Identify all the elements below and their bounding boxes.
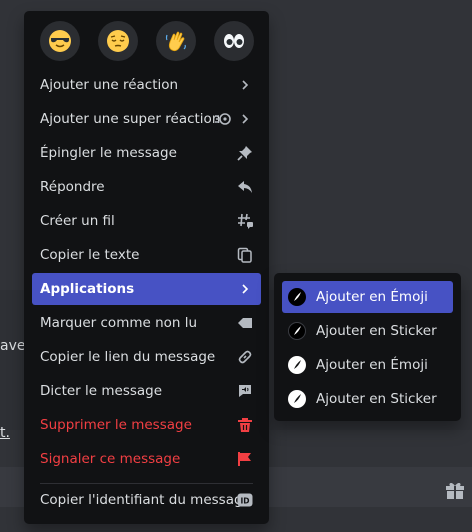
chevron-right-icon	[237, 111, 253, 127]
reply-label: Répondre	[40, 179, 105, 195]
id-badge-icon: ID	[237, 492, 253, 508]
app-avatar-icon	[288, 322, 306, 340]
app-avatar-icon	[288, 288, 306, 306]
report-message-label: Signaler ce message	[40, 451, 181, 467]
add-reaction-label: Ajouter une réaction	[40, 77, 179, 93]
submenu-item-add-emoji-1[interactable]: Ajouter en Émoji	[282, 281, 453, 313]
reaction-sunglasses[interactable]	[40, 21, 80, 61]
chevron-right-icon	[237, 77, 253, 93]
copy-link-item[interactable]: Copier le lien du message	[32, 341, 261, 373]
pensive-emoji-icon	[107, 30, 129, 52]
copy-text-label: Copier le texte	[40, 247, 140, 263]
app-avatar-icon	[288, 356, 306, 374]
submenu-item-label: Ajouter en Sticker	[316, 323, 437, 339]
submenu-item-label: Ajouter en Émoji	[316, 357, 428, 373]
chevron-right-icon	[237, 281, 253, 297]
create-thread-label: Créer un fil	[40, 213, 115, 229]
wave-emoji-icon	[165, 31, 186, 52]
super-reaction-icon	[215, 111, 231, 127]
mark-unread-label: Marquer comme non lu	[40, 315, 198, 331]
reply-item[interactable]: Répondre	[32, 171, 261, 203]
applications-item[interactable]: Applications	[32, 273, 261, 305]
reply-icon	[237, 179, 253, 195]
create-thread-item[interactable]: Créer un fil	[32, 205, 261, 237]
pin-message-label: Épingler le message	[40, 145, 177, 161]
copy-id-item[interactable]: Copier l'identifiant du message ID	[32, 484, 261, 516]
trash-icon	[237, 417, 253, 433]
message-link-fragment[interactable]: t.	[0, 425, 10, 441]
quick-reactions	[40, 21, 256, 61]
add-reaction-item[interactable]: Ajouter une réaction	[32, 69, 261, 101]
copy-id-label: Copier l'identifiant du message	[40, 492, 251, 508]
message-context-menu: Ajouter une réaction Ajouter une super r…	[24, 11, 269, 524]
copy-link-label: Copier le lien du message	[40, 349, 216, 365]
pin-message-item[interactable]: Épingler le message	[32, 137, 261, 169]
submenu-item-label: Ajouter en Sticker	[316, 391, 437, 407]
reaction-eyes[interactable]	[214, 21, 254, 61]
submenu-item-add-sticker-2[interactable]: Ajouter en Sticker	[282, 383, 453, 415]
applications-label: Applications	[40, 281, 135, 297]
reaction-wave[interactable]	[156, 21, 196, 61]
unread-flag-icon	[237, 315, 253, 331]
submenu-item-label: Ajouter en Émoji	[316, 289, 428, 305]
copy-text-item[interactable]: Copier le texte	[32, 239, 261, 271]
report-message-item[interactable]: Signaler ce message	[32, 443, 261, 475]
mark-unread-item[interactable]: Marquer comme non lu	[32, 307, 261, 339]
delete-message-label: Supprimer le message	[40, 417, 192, 433]
sunglasses-emoji-icon	[49, 30, 71, 52]
delete-message-item[interactable]: Supprimer le message	[32, 409, 261, 441]
speech-icon	[237, 383, 253, 399]
add-super-reaction-item[interactable]: Ajouter une super réaction	[32, 103, 261, 135]
gift-icon[interactable]	[444, 479, 466, 501]
svg-text:ID: ID	[240, 497, 249, 506]
submenu-item-add-emoji-2[interactable]: Ajouter en Émoji	[282, 349, 453, 381]
app-avatar-icon	[288, 390, 306, 408]
link-icon	[237, 349, 253, 365]
copy-icon	[237, 247, 253, 263]
flag-icon	[237, 451, 253, 467]
speak-message-item[interactable]: Dicter le message	[32, 375, 261, 407]
submenu-item-add-sticker-1[interactable]: Ajouter en Sticker	[282, 315, 453, 347]
speak-message-label: Dicter le message	[40, 383, 163, 399]
pin-icon	[237, 145, 253, 161]
applications-submenu: Ajouter en Émoji Ajouter en Sticker Ajou…	[274, 273, 461, 421]
thread-icon	[237, 213, 253, 229]
reaction-pensive[interactable]	[98, 21, 138, 61]
eyes-emoji-icon	[224, 34, 244, 48]
